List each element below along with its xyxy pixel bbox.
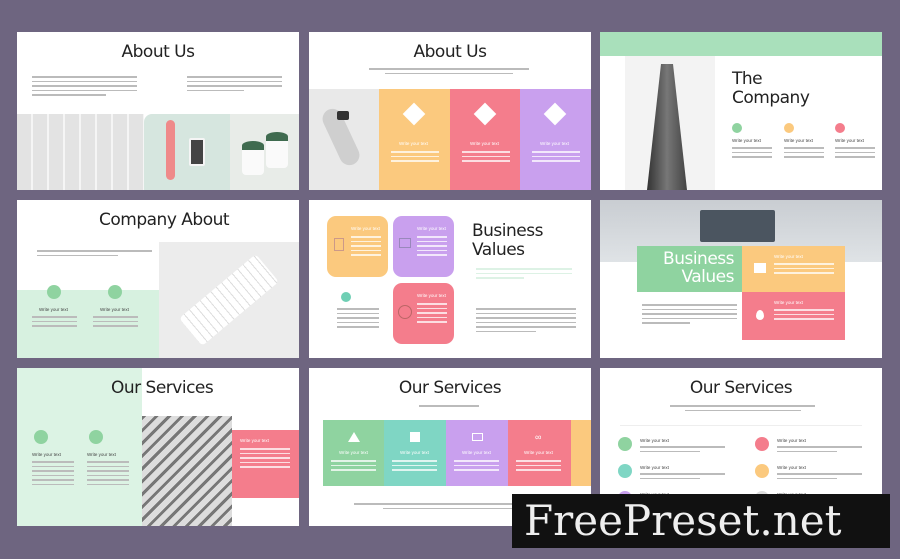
value-box: Write your text — [742, 292, 845, 340]
circle-icon — [835, 123, 845, 133]
fire-icon — [402, 102, 426, 126]
service-box: Write your text — [323, 420, 384, 486]
trophy-icon — [755, 464, 769, 478]
service-box-edge — [571, 420, 591, 486]
rocket-icon — [543, 102, 567, 126]
link-icon: ∞ — [535, 432, 542, 442]
phone-image — [144, 114, 230, 190]
building-image — [142, 416, 232, 526]
plants-image — [230, 114, 299, 190]
tiles-image — [17, 114, 144, 190]
value-box: Write your text — [742, 246, 845, 292]
slide-business-values-1[interactable]: Write your text Write your text Write yo… — [309, 200, 591, 358]
tag-icon — [89, 430, 103, 444]
body-text — [369, 68, 529, 77]
title-box: Business Values — [637, 246, 742, 292]
basket-icon — [472, 433, 483, 441]
slide-the-company[interactable]: The Company Write your text Write your t… — [600, 32, 882, 190]
building-image — [625, 56, 715, 190]
briefcase-icon — [108, 285, 122, 299]
service-box: ∞ Write your text — [508, 420, 571, 486]
service-box: Write your text — [232, 430, 299, 498]
circle-icon — [732, 123, 742, 133]
slide-title: About Us — [413, 42, 487, 62]
feature-column: Write your text — [520, 89, 591, 190]
document-icon — [334, 238, 344, 251]
value-card: Write your text — [393, 216, 454, 277]
feature-column: Write your text — [379, 89, 450, 190]
body-text — [32, 76, 137, 99]
circle-icon — [784, 123, 794, 133]
feature-column: Write your text — [450, 89, 520, 190]
home-icon — [410, 432, 420, 442]
hand-watch-image — [309, 89, 379, 190]
service-box: Write your text — [384, 420, 446, 486]
green-band — [600, 32, 882, 56]
pencil-icon — [398, 305, 412, 319]
flag-icon — [618, 464, 632, 478]
layers-icon — [754, 263, 766, 273]
slide-business-values-2[interactable]: Business Values Write your text Write yo… — [600, 200, 882, 358]
bullet-list — [187, 76, 282, 94]
slide-title: Our Services — [398, 378, 502, 398]
slide-about-us-1[interactable]: About Us — [17, 32, 299, 190]
watermark: FreePreset.net — [512, 494, 890, 548]
slide-title: Our Services — [111, 378, 214, 398]
keyboard-image — [159, 242, 299, 358]
slide-our-services-1[interactable]: Our Services Write your text Write your … — [17, 368, 299, 526]
gear-icon — [618, 437, 632, 451]
slide-title: The Company — [732, 69, 810, 108]
waves-icon — [473, 102, 497, 126]
slide-title: Our Services — [689, 378, 793, 398]
trash-icon — [34, 430, 48, 444]
slide-title: Business Values — [472, 221, 543, 260]
warning-icon — [348, 432, 360, 442]
value-card: Write your text — [393, 283, 454, 344]
slide-title: Company About — [99, 210, 230, 230]
lifebuoy-icon — [755, 437, 769, 451]
slide-company-about[interactable]: Company About Write your text Write your… — [17, 200, 299, 358]
drop-icon — [756, 310, 764, 320]
slide-title: About Us — [121, 42, 195, 62]
slide-about-us-2[interactable]: About Us Write your text Write your text… — [309, 32, 591, 190]
presentation-icon — [399, 238, 411, 248]
value-card: Write your text — [327, 216, 388, 277]
service-box: Write your text — [446, 420, 508, 486]
drops-icon — [341, 292, 351, 302]
camera-icon — [47, 285, 61, 299]
